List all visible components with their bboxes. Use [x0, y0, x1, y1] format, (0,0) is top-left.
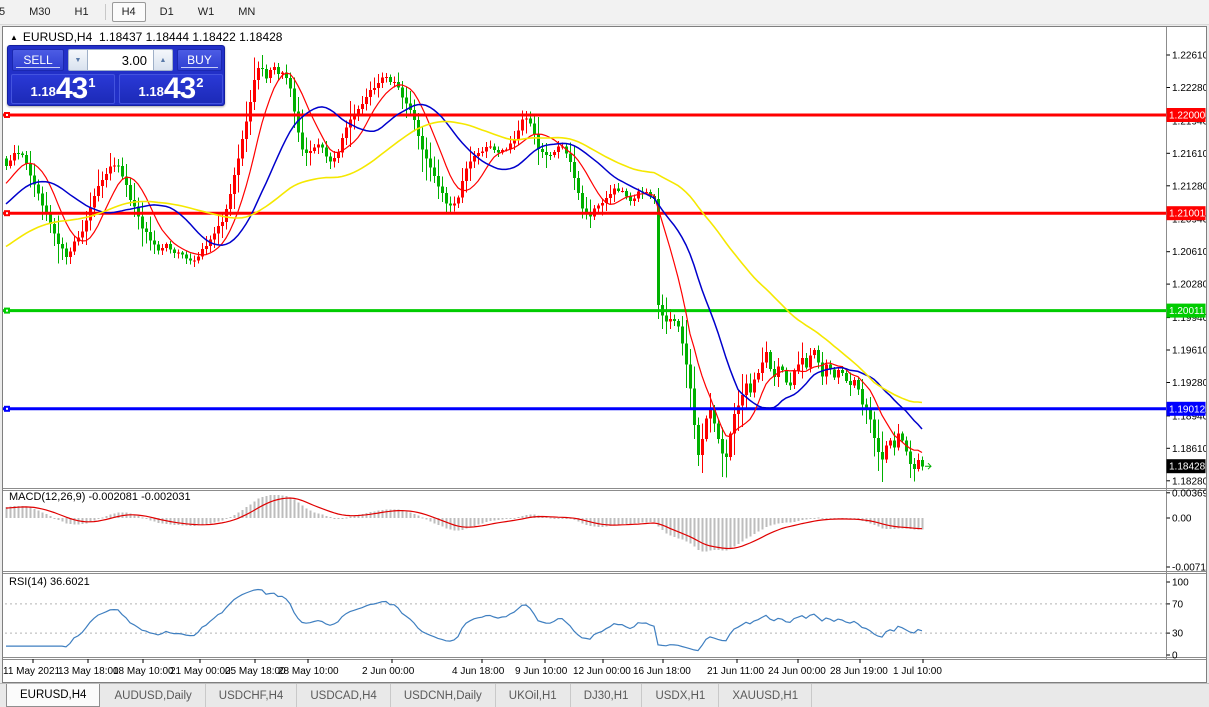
timeframe-d1[interactable]: D1	[150, 2, 184, 22]
tab-usdchf-h4[interactable]: USDCHF,H4	[206, 684, 298, 707]
sell-price-big: 43	[56, 76, 87, 102]
chart-canvas[interactable]: 1.226101.222801.219401.216101.212801.209…	[3, 27, 1206, 682]
volume-input[interactable]	[88, 49, 153, 71]
timeframe-h1[interactable]: H1	[65, 2, 99, 22]
svg-text:100: 100	[1172, 578, 1189, 589]
symbol-ohlc-header: ▲ EURUSD,H4 1.18437 1.18444 1.18422 1.184…	[10, 30, 282, 44]
svg-text:21 May 00:00: 21 May 00:00	[170, 666, 231, 677]
svg-text:1.20610: 1.20610	[1172, 247, 1206, 258]
sell-price-prefix: 1.18	[31, 84, 56, 99]
toolbar-separator	[105, 4, 106, 20]
arrow-down-icon: ▼	[75, 57, 82, 64]
tab-audusd-daily[interactable]: AUDUSD,Daily	[101, 684, 205, 707]
svg-text:0.003697: 0.003697	[1172, 488, 1206, 499]
svg-text:30: 30	[1172, 629, 1184, 640]
svg-text:0: 0	[1172, 651, 1178, 662]
svg-text:25 May 18:00: 25 May 18:00	[225, 666, 286, 677]
svg-text:12 Jun 00:00: 12 Jun 00:00	[573, 666, 631, 677]
svg-text:1.18610: 1.18610	[1172, 444, 1206, 455]
buy-price-prefix: 1.18	[139, 84, 164, 99]
svg-text:2 Jun 00:00: 2 Jun 00:00	[362, 666, 415, 677]
timeframe-mn[interactable]: MN	[228, 2, 265, 22]
svg-text:1 Jul 10:00: 1 Jul 10:00	[893, 666, 942, 677]
macd-indicator-label: MACD(12,26,9) -0.002081 -0.002031	[9, 491, 191, 503]
sell-price-quote[interactable]: 1.18 43 1	[11, 74, 115, 104]
svg-text:24 Jun 00:00: 24 Jun 00:00	[768, 666, 826, 677]
svg-text:1.18428: 1.18428	[1169, 462, 1206, 473]
volume-decrease-button[interactable]: ▼	[68, 49, 88, 71]
tab-usdcnh-daily[interactable]: USDCNH,Daily	[391, 684, 496, 707]
one-click-trade-panel: SELL ▼ ▲ BUY 1.18 43 1 1.18 43 2	[7, 45, 225, 106]
svg-text:1.21280: 1.21280	[1172, 181, 1206, 192]
svg-text:21 Jun 11:00: 21 Jun 11:00	[707, 666, 765, 677]
svg-text:1.22280: 1.22280	[1172, 83, 1206, 94]
svg-text:16 Jun 18:00: 16 Jun 18:00	[633, 666, 691, 677]
svg-text:1.20011: 1.20011	[1169, 306, 1205, 317]
buy-button[interactable]: BUY	[177, 49, 222, 71]
tab-xauusd-h1[interactable]: XAUUSD,H1	[719, 684, 812, 707]
svg-text:1.19280: 1.19280	[1172, 378, 1206, 389]
tab-dj30-h1[interactable]: DJ30,H1	[571, 684, 643, 707]
svg-text:13 May 18:00: 13 May 18:00	[58, 666, 119, 677]
svg-text:28 Jun 19:00: 28 Jun 19:00	[830, 666, 888, 677]
svg-text:11 May 2021: 11 May 2021	[3, 666, 61, 677]
timeframe-w1[interactable]: W1	[188, 2, 225, 22]
svg-text:28 May 10:00: 28 May 10:00	[278, 666, 339, 677]
svg-text:1.22000: 1.22000	[1169, 111, 1206, 122]
svg-text:9 Jun 10:00: 9 Jun 10:00	[515, 666, 568, 677]
timeframe-h4[interactable]: H4	[112, 2, 146, 22]
arrow-up-icon: ▲	[160, 57, 167, 64]
volume-increase-button[interactable]: ▲	[153, 49, 173, 71]
timeframe-m30[interactable]: M30	[19, 2, 60, 22]
tab-usdcad-h4[interactable]: USDCAD,H4	[297, 684, 390, 707]
buy-price-big: 43	[164, 76, 195, 102]
rsi-indicator-label: RSI(14) 36.6021	[9, 576, 90, 588]
svg-text:70: 70	[1172, 599, 1184, 610]
ohlc-values: 1.18437 1.18444 1.18422 1.18428	[99, 30, 283, 44]
svg-text:1.21001: 1.21001	[1169, 209, 1206, 220]
timeframe-m15-partial[interactable]: 5	[0, 2, 15, 22]
svg-text:-0.007182: -0.007182	[1172, 563, 1206, 574]
svg-text:1.22610: 1.22610	[1172, 51, 1206, 62]
svg-text:1.18280: 1.18280	[1172, 476, 1206, 487]
sell-price-pip: 1	[88, 75, 95, 90]
symbol-tab-bar: EURUSD,H4 AUDUSD,Daily USDCHF,H4 USDCAD,…	[0, 683, 1209, 707]
timeframe-toolbar: 5 M30 H1 H4 D1 W1 MN	[0, 0, 1209, 25]
svg-text:18 May 10:00: 18 May 10:00	[113, 666, 174, 677]
symbol-label: EURUSD,H4	[23, 30, 92, 44]
buy-price-pip: 2	[196, 75, 203, 90]
tab-ukoil-h1[interactable]: UKOil,H1	[496, 684, 571, 707]
tab-usdx-h1[interactable]: USDX,H1	[642, 684, 719, 707]
buy-price-quote[interactable]: 1.18 43 2	[119, 74, 223, 104]
tab-eurusd-h4[interactable]: EURUSD,H4	[6, 684, 100, 707]
svg-text:1.19012: 1.19012	[1169, 404, 1206, 415]
trade-panel-toggle-icon[interactable]: ▲	[10, 33, 18, 42]
chart-window: 1.226101.222801.219401.216101.212801.209…	[2, 26, 1207, 683]
svg-text:1.21610: 1.21610	[1172, 149, 1206, 160]
svg-text:1.20280: 1.20280	[1172, 280, 1206, 291]
sell-button[interactable]: SELL	[12, 49, 64, 71]
svg-text:1.19610: 1.19610	[1172, 346, 1206, 357]
svg-text:0.00: 0.00	[1172, 514, 1192, 525]
svg-text:4 Jun 18:00: 4 Jun 18:00	[452, 666, 505, 677]
